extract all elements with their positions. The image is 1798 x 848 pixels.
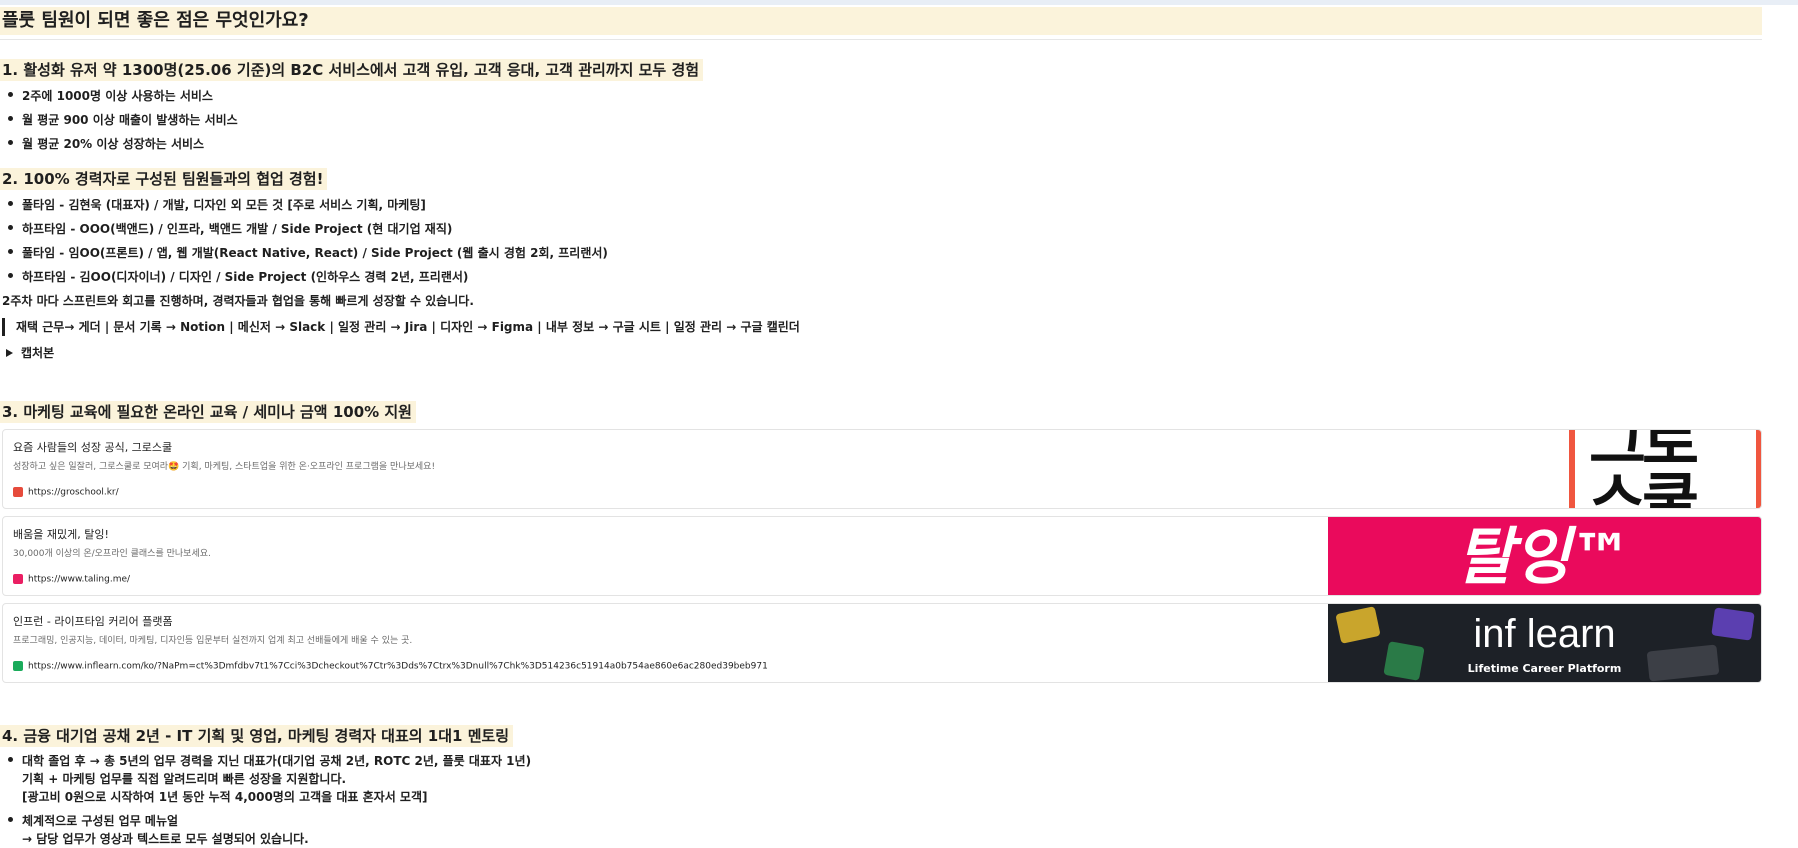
bullet-icon [8,757,13,762]
section-2-heading: 2. 100% 경력자로 구성된 팀원들과의 협업 경험! [0,168,328,190]
bookmark-card-taling[interactable]: 배움을 재밌게, 탈잉! 30,000개 이상의 온/오프라인 클래스를 만나보… [2,516,1762,596]
section-4-heading: 4. 금융 대기업 공채 2년 - IT 기획 및 영업, 마케팅 경력자 대표… [0,725,514,747]
page-title: 플룻 팀원이 되면 좋은 점은 무엇인가요? [0,7,1762,35]
bullet-icon [8,225,13,230]
list-item: 2주에 1000명 이상 사용하는 서비스 [8,87,213,105]
taling-thumbnail: 탈잉™ [1328,517,1761,595]
bookmark-title: 배움을 재밌게, 탈잉! [13,528,109,541]
bookmark-url[interactable]: https://www.taling.me/ [13,574,130,585]
capture-toggle[interactable]: 캡처본 [6,344,54,362]
list-item: 체계적으로 구성된 업무 메뉴얼 → 담당 업무가 영상과 텍스트로 모두 설명… [8,812,309,848]
bookmark-description: 프로그래밍, 인공지능, 데이터, 마케팅, 디자인등 입문부터 실전까지 업계… [13,636,413,646]
list-item: 대학 졸업 후 → 총 5년의 업무 경력을 지닌 대표가(대기업 공채 2년,… [8,752,531,806]
inflearn-thumbnail: inf learn Lifetime Career Platform [1328,604,1761,682]
section-1-heading: 1. 활성화 유저 약 1300명(25.06 기준)의 B2C 서비스에서 고… [0,59,704,81]
list-item: 풀타임 - 임OO(프론트) / 앱, 웹 개발(React Native, R… [8,244,608,262]
list-item: 풀타임 - 김현욱 (대표자) / 개발, 디자인 외 모든 것 [주로 서비스… [8,196,426,214]
top-bar [0,0,1798,5]
bullet-icon [8,92,13,97]
sprint-paragraph: 2주차 마다 스프린트와 회고를 진행하며, 경력자들과 협업을 통해 빠르게 … [2,294,474,308]
groschool-thumbnail: 그로 스쿨 [1443,429,1761,509]
list-item: 하프타임 - 김OO(디자이너) / 디자인 / Side Project (인… [8,268,468,286]
groschool-favicon-icon [13,487,23,497]
list-item: 하프타임 - OOO(백앤드) / 인프라, 백앤드 개발 / Side Pro… [8,220,452,238]
tools-quote: 재택 근무→ 게더 | 문서 기록 → Notion | 메신저 → Slack… [2,318,800,336]
taling-favicon-icon [13,574,23,584]
inflearn-logo-text: inf learn [1473,612,1616,656]
divider [0,39,1762,40]
bookmark-url[interactable]: https://groschool.kr/ [13,487,119,498]
list-item: 월 평균 20% 이상 성장하는 서비스 [8,135,204,153]
groschool-logo-text: 그로 스쿨 [1589,429,1699,509]
bookmark-description: 성장하고 싶은 일잘러, 그로스쿨로 모여라🤩 기획, 마케팅, 스타트업을 위… [13,462,436,472]
bookmark-card-inflearn[interactable]: 인프런 - 라이프타임 커리어 플랫폼 프로그래밍, 인공지능, 데이터, 마케… [2,603,1762,683]
bookmark-title: 요즘 사람들의 성장 공식, 그로스쿨 [13,441,173,454]
bullet-icon [8,273,13,278]
bullet-icon [8,116,13,121]
bullet-icon [8,140,13,145]
bookmark-url[interactable]: https://www.inflearn.com/ko/?NaPm=ct%3Dm… [13,661,768,672]
taling-logo-text: 탈잉™ [1456,520,1633,593]
bullet-icon [8,817,13,822]
bullet-icon [8,249,13,254]
triangle-right-icon[interactable] [6,349,13,357]
bullet-icon [8,201,13,206]
list-item: 월 평균 900 이상 매출이 발생하는 서비스 [8,111,238,129]
bookmark-description: 30,000개 이상의 온/오프라인 클래스를 만나보세요. [13,549,211,559]
bookmark-card-groschool[interactable]: 요즘 사람들의 성장 공식, 그로스쿨 성장하고 싶은 일잘러, 그로스쿨로 모… [2,429,1762,509]
inflearn-favicon-icon [13,661,23,671]
bookmark-title: 인프런 - 라이프타임 커리어 플랫폼 [13,615,173,628]
section-3-heading: 3. 마케팅 교육에 필요한 온라인 교육 / 세미나 금액 100% 지원 [0,401,416,423]
inflearn-tagline: Lifetime Career Platform [1467,662,1622,675]
